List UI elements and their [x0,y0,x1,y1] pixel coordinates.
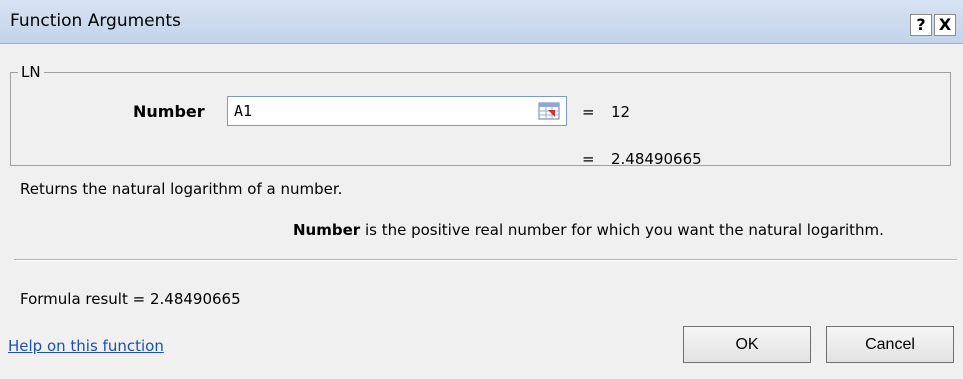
formula-result: Formula result = 2.48490665 [20,290,241,308]
argument-input-box [227,96,567,126]
parameter-help-text: is the positive real number for which yo… [364,221,884,239]
function-description: Returns the natural logarithm of a numbe… [20,180,343,198]
help-on-function-link[interactable]: Help on this function [8,337,164,355]
close-button[interactable]: X [934,14,956,36]
parameter-description: Number is the positive real number for w… [293,221,884,239]
argument-label: Number [133,102,205,121]
cancel-button[interactable]: Cancel [826,326,954,363]
separator [14,259,957,261]
help-button[interactable]: ? [910,14,932,36]
argument-equals-sign: = [582,103,595,121]
ok-button[interactable]: OK [683,326,811,363]
collapse-dialog-icon[interactable] [538,102,560,120]
result-equals-sign: = [582,150,595,168]
formula-result-label: Formula result = [20,290,146,308]
function-name-label: LN [18,63,44,81]
argument-input[interactable] [228,97,540,125]
title-bar: Function Arguments ? X [0,0,963,44]
result-preview-value: 2.48490665 [611,150,702,168]
argument-evaluated-value: 12 [611,103,631,121]
window-title: Function Arguments [10,11,181,31]
formula-result-value: 2.48490665 [149,290,241,308]
parameter-name: Number [293,221,361,239]
